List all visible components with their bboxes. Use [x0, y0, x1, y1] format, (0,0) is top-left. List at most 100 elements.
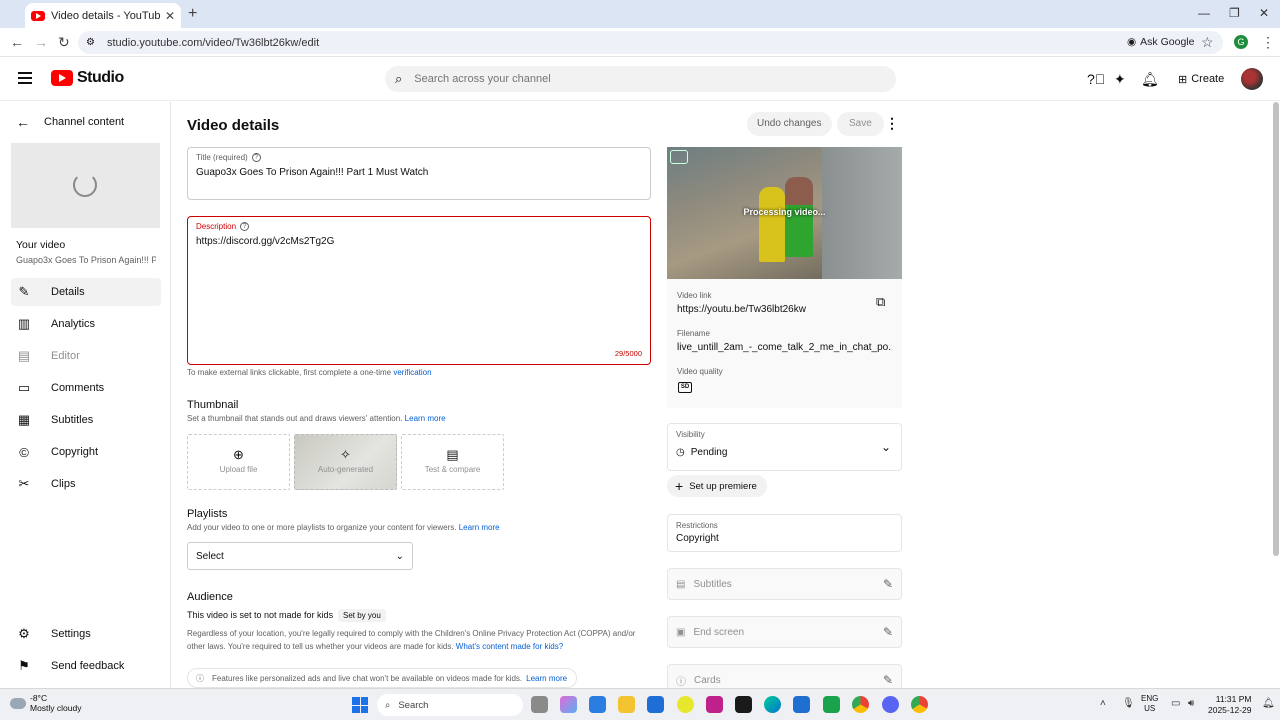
sidebar-item-subtitles[interactable]: ▦ Subtitles [11, 406, 161, 434]
app-icon[interactable] [706, 696, 723, 713]
site-info-icon[interactable]: ⚙ [86, 37, 95, 48]
channel-search[interactable]: ⌕ [385, 66, 896, 92]
playlist-select[interactable]: Select ⌄ [187, 542, 413, 570]
help-circle-icon[interactable]: ? [240, 222, 250, 231]
sidebar-item-label: Comments [51, 382, 105, 394]
sidebar-item-editor[interactable]: ▤ Editor [11, 342, 161, 370]
sidebar-item-analytics[interactable]: ▥ Analytics [11, 310, 161, 338]
upload-thumbnail-button[interactable]: ⊕ Upload file [187, 434, 290, 490]
made-for-kids-link[interactable]: What's content made for kids? [456, 642, 563, 651]
visibility-dropdown[interactable]: Visibility ◷ Pending ⌄ [667, 423, 902, 471]
save-button[interactable]: Save [837, 112, 884, 136]
thumbnail-helper-text: Set a thumbnail that stands out and draw… [187, 414, 403, 423]
tab-title: Video details - YouTube Studio [51, 9, 161, 22]
tab-close-icon[interactable]: ✕ [165, 9, 175, 23]
set-up-premiere-button[interactable]: + Set up premiere [667, 475, 767, 497]
create-button[interactable]: ⊞ Create [1170, 67, 1232, 91]
discord-icon[interactable] [882, 696, 899, 713]
title-field-value[interactable]: Guapo3x Goes To Prison Again!!! Part 1 M… [196, 167, 642, 178]
video-preview[interactable]: Processing video... [667, 147, 902, 279]
studio-logo[interactable]: Studio [51, 69, 124, 87]
forward-icon[interactable]: → [34, 34, 48, 50]
minimize-icon[interactable]: — [1198, 6, 1210, 20]
task-view-icon[interactable] [531, 696, 548, 713]
new-tab-icon[interactable]: + [188, 5, 197, 23]
menu-icon[interactable] [18, 72, 32, 84]
video-link-label: Video link [677, 291, 712, 300]
account-avatar[interactable] [1241, 68, 1263, 90]
end-screen-row[interactable]: ▣ End screen ✎ [667, 616, 902, 648]
search-input[interactable] [414, 73, 815, 85]
undo-changes-button[interactable]: Undo changes [747, 112, 832, 136]
weather-widget[interactable]: -8°C Mostly cloudy [10, 693, 82, 713]
title-field[interactable]: Title (required) ? Guapo3x Goes To Priso… [187, 147, 651, 200]
kids-info-learn-more-link[interactable]: Learn more [526, 674, 567, 683]
edge-icon[interactable] [764, 696, 781, 713]
file-explorer-icon[interactable] [618, 696, 635, 713]
clock-time: 11:31 PM [1215, 694, 1252, 704]
pencil-icon[interactable]: ✎ [883, 625, 893, 639]
store-icon[interactable] [647, 696, 664, 713]
app-icon[interactable] [793, 696, 810, 713]
reload-icon[interactable]: ↻ [58, 34, 70, 51]
bookmark-star-icon[interactable]: ☆ [1201, 34, 1214, 51]
sidebar-item-comments[interactable]: ▭ Comments [11, 374, 161, 402]
preview-figure [759, 187, 785, 262]
browser-tab[interactable]: Video details - YouTube Studio ✕ [25, 3, 181, 28]
subtitles-row[interactable]: ▤ Subtitles ✎ [667, 568, 902, 600]
upload-file-label: Upload file [219, 465, 258, 474]
restrictions-label: Restrictions [676, 521, 718, 530]
photos-icon[interactable] [589, 696, 606, 713]
set-by-you-chip: Set by you [338, 609, 386, 622]
cards-row[interactable]: ⓘ Cards ✎ [667, 664, 902, 688]
microphone-icon[interactable]: 🎙︎ [1122, 698, 1135, 709]
sidebar-item-copyright[interactable]: © Copyright [11, 438, 161, 466]
taskbar-search[interactable]: ⌕ Search [377, 694, 523, 716]
playlists-learn-more-link[interactable]: Learn more [459, 523, 500, 532]
sidebar-item-clips[interactable]: ✂ Clips [11, 470, 161, 498]
app-icon[interactable] [823, 696, 840, 713]
chrome-icon[interactable] [852, 696, 869, 713]
sparkle-icon[interactable]: ✦ [1114, 71, 1126, 88]
chrome-icon[interactable] [911, 696, 928, 713]
notification-bell-icon[interactable]: 🔔︎ [1262, 698, 1275, 709]
description-field[interactable]: Description ? https://discord.gg/v2cMs2T… [187, 216, 651, 365]
thumbnail-learn-more-link[interactable]: Learn more [405, 414, 446, 423]
auto-generated-thumbnail-button[interactable]: ✧ Auto-generated [294, 434, 397, 490]
info-icon: ⓘ [676, 676, 686, 688]
sidebar-item-feedback[interactable]: ⚑ Send feedback [11, 652, 161, 680]
gaming-app-icon[interactable] [735, 696, 752, 713]
tray-overflow-icon[interactable]: ˄ [1100, 698, 1106, 709]
browser-menu-icon[interactable]: ⋮ [1261, 34, 1275, 51]
browser-profile-avatar[interactable]: G [1234, 35, 1248, 49]
copy-icon[interactable]: ⧉ [876, 294, 885, 310]
norton-icon[interactable] [677, 696, 694, 713]
copilot-icon[interactable] [560, 696, 577, 713]
omnibox[interactable]: ⚙ studio.youtube.com/video/Tw36lbt26kw/e… [78, 31, 1223, 54]
test-compare-button[interactable]: ▤ Test & compare [401, 434, 504, 490]
restrictions-box[interactable]: Restrictions Copyright [667, 514, 902, 552]
verification-link[interactable]: verification [393, 368, 431, 377]
language-indicator[interactable]: ENG US [1141, 694, 1158, 714]
back-icon[interactable]: ← [10, 34, 24, 50]
scissors-icon: ✂ [18, 476, 30, 491]
help-circle-icon[interactable]: ? [251, 153, 261, 162]
notifications-icon[interactable]: 🔔︎ [1141, 71, 1159, 88]
sidebar-item-settings[interactable]: ⚙ Settings [11, 620, 161, 648]
help-icon[interactable]: ?⃝ [1087, 71, 1105, 87]
maximize-icon[interactable]: ❐ [1229, 6, 1240, 20]
page-scrollbar[interactable] [1273, 102, 1279, 556]
pencil-icon[interactable]: ✎ [883, 673, 893, 687]
description-field-value[interactable]: https://discord.gg/v2cMs2Tg2G [196, 236, 642, 247]
channel-content-back[interactable]: ← Channel content [16, 114, 124, 130]
sidebar-item-details[interactable]: ✎ Details [11, 278, 161, 306]
video-link[interactable]: https://youtu.be/Tw36lbt26kw [677, 304, 892, 315]
windows-start-icon[interactable] [352, 697, 368, 713]
network-icon[interactable]: ▭ [1171, 698, 1180, 709]
volume-icon[interactable]: 🔊︎ [1188, 698, 1194, 709]
window-close-icon[interactable]: ✕ [1259, 6, 1269, 20]
more-options-icon[interactable]: ⋮ [885, 115, 899, 132]
ask-google-button[interactable]: ◉ Ask Google [1127, 33, 1194, 50]
taskbar-clock[interactable]: 11:31 PM 2025-12-29 [1208, 694, 1251, 716]
pencil-icon[interactable]: ✎ [883, 577, 893, 591]
